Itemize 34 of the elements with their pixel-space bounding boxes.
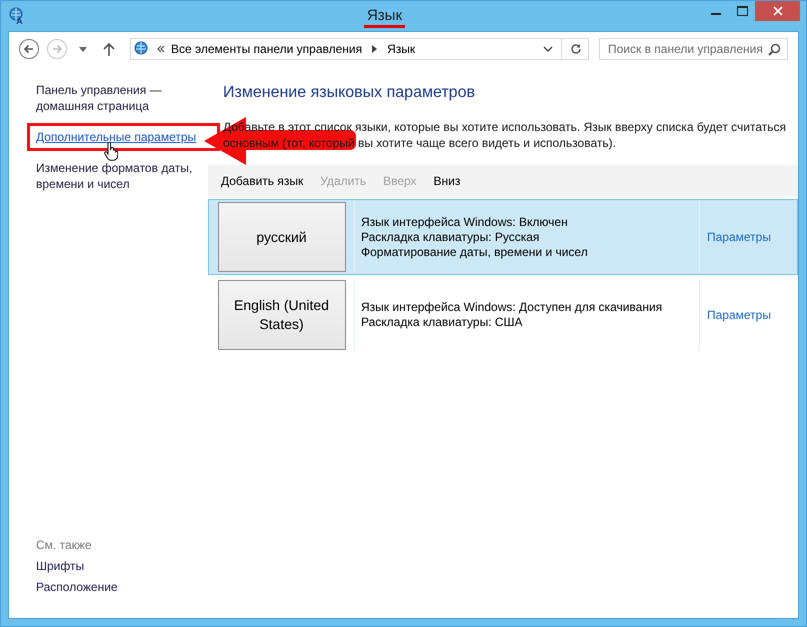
language-detail: Форматирование даты, времени и чисел: [361, 244, 589, 260]
language-detail: Язык интерфейса Windows: Доступен для скачивания: [361, 300, 664, 315]
language-row[interactable]: русский Язык интерфейса Windows: Включен Раскладка клавиатуры: Русская Форматирование даты, времени и чисел Параметры: [208, 199, 798, 275]
sidebar-link[interactable]: Панель управления — домашняя страница: [36, 82, 204, 114]
breadcrumb-arrow-icon[interactable]: [372, 45, 378, 53]
language-tile[interactable]: русский: [218, 202, 346, 272]
close-icon[interactable]: [755, 1, 800, 21]
search-icon: [768, 42, 781, 56]
sidebar-link[interactable]: Расположение: [36, 580, 208, 594]
breadcrumb-item[interactable]: Язык: [387, 42, 416, 56]
section-label: См. также: [36, 538, 93, 552]
options-link[interactable]: Параметры: [707, 230, 771, 244]
toolbar-button[interactable]: Добавить язык: [214, 174, 310, 188]
chevron-icon: [157, 45, 165, 53]
sidebar-link[interactable]: Изменение форматов даты, времени и чисел: [36, 160, 204, 192]
options-link[interactable]: Параметры: [707, 308, 771, 322]
breadcrumb-item[interactable]: Все элементы панели управления: [171, 42, 362, 56]
dropdown-caret-icon[interactable]: [79, 46, 87, 52]
back-icon[interactable]: [18, 38, 40, 60]
window-title: Язык: [364, 7, 406, 28]
language-detail: Язык интерфейса Windows: Включен: [361, 214, 569, 230]
address-bar[interactable]: Все элементы панели управления Язык: [130, 38, 589, 60]
up-arrow-icon[interactable]: [103, 42, 115, 56]
toolbar-button[interactable]: Вниз: [426, 174, 468, 188]
search-field[interactable]: Поиск в панели управления: [599, 38, 788, 60]
refresh-icon[interactable]: [570, 43, 582, 55]
language-detail: Раскладка клавиатуры: Русская: [361, 230, 540, 244]
language-tile[interactable]: English (United States): [218, 280, 346, 350]
language-detail: Раскладка клавиатуры: США: [361, 315, 524, 330]
language-row[interactable]: English (United States) Язык интерфейса Windows: Доступен для скачивания Раскладка клавиатуры: США Параметры: [208, 278, 798, 352]
sidebar-link[interactable]: Шрифты: [36, 559, 208, 573]
dropdown-chevron-icon[interactable]: [543, 46, 553, 52]
page-heading: Изменение языковых параметров: [223, 84, 476, 102]
sidebar-link[interactable]: Дополнительные параметры: [36, 129, 211, 145]
